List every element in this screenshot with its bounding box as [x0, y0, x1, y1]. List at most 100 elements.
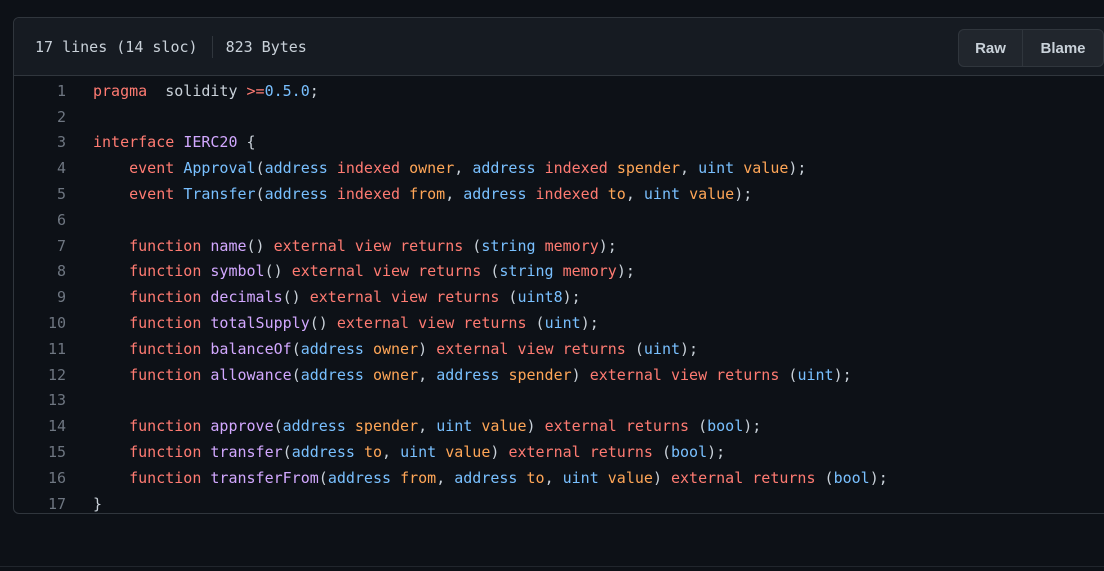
- code-token: );: [680, 339, 699, 358]
- code-token: to: [363, 443, 382, 462]
- code-token: returns: [716, 365, 780, 384]
- code-token: );: [707, 443, 726, 462]
- file-actions-button-group: Raw Blame: [958, 29, 1104, 67]
- line-number[interactable]: 3: [14, 133, 93, 151]
- line-number[interactable]: 1: [14, 82, 93, 100]
- line-number[interactable]: 12: [14, 366, 93, 384]
- code-token: spender: [508, 365, 572, 384]
- code-token: from: [409, 185, 446, 204]
- code-token: Approval: [183, 159, 256, 178]
- line-number[interactable]: 5: [14, 185, 93, 203]
- code-token: from: [400, 468, 437, 487]
- code-token: address: [463, 185, 527, 204]
- code-token: returns: [463, 314, 527, 333]
- code-line: 1 pragma solidity >=0.5.0;: [14, 78, 1104, 104]
- code-token: indexed: [535, 185, 599, 204]
- code-token: (: [815, 468, 834, 487]
- code-line-content: function balanceOf(address owner) extern…: [93, 340, 698, 358]
- code-line: 15 function transfer(address to, uint va…: [14, 439, 1104, 465]
- code-token: (: [526, 314, 545, 333]
- code-token: returns: [562, 339, 626, 358]
- line-number[interactable]: 16: [14, 469, 93, 487]
- line-number[interactable]: 13: [14, 391, 93, 409]
- raw-button[interactable]: Raw: [959, 30, 1023, 66]
- code-token: view: [418, 314, 455, 333]
- line-number[interactable]: 9: [14, 288, 93, 306]
- line-number[interactable]: 2: [14, 108, 93, 126]
- code-token: function: [93, 339, 202, 358]
- page-divider: [0, 566, 1104, 567]
- code-token: ): [490, 443, 509, 462]
- line-number[interactable]: 8: [14, 262, 93, 280]
- code-token: ,: [680, 159, 699, 178]
- code-line-content: function decimals() external view return…: [93, 288, 581, 306]
- code-token: ,: [454, 159, 473, 178]
- code-token: pragma: [93, 81, 148, 100]
- code-token: string: [499, 262, 554, 281]
- code-token: address: [472, 159, 536, 178]
- code-token: view: [391, 288, 428, 307]
- code-token: value: [445, 443, 491, 462]
- code-line-content: }: [93, 495, 102, 513]
- code-token: (): [264, 262, 292, 281]
- line-number[interactable]: 14: [14, 417, 93, 435]
- line-number[interactable]: 15: [14, 443, 93, 461]
- code-line: 11 function balanceOf(address owner) ext…: [14, 336, 1104, 362]
- file-meta: 17 lines (14 sloc) 823 Bytes: [14, 35, 307, 58]
- line-number[interactable]: 17: [14, 495, 93, 513]
- code-token: interface: [93, 133, 175, 152]
- line-number[interactable]: 10: [14, 314, 93, 332]
- blame-button[interactable]: Blame: [1023, 30, 1103, 66]
- code-line: 2: [14, 104, 1104, 130]
- code-token: ,: [544, 468, 563, 487]
- code-token: uint: [400, 443, 437, 462]
- code-token: uint: [562, 468, 599, 487]
- code-token: view: [354, 236, 392, 255]
- line-number[interactable]: 6: [14, 211, 93, 229]
- code-token: totalSupply: [210, 314, 310, 333]
- code-token: approve: [210, 417, 274, 436]
- file-viewer-panel: 17 lines (14 sloc) 823 Bytes Raw Blame 1…: [13, 17, 1104, 514]
- code-token: ;: [309, 81, 319, 100]
- code-token: uint: [698, 159, 735, 178]
- code-token: ,: [382, 443, 401, 462]
- code-token: {: [237, 133, 256, 152]
- code-token: spender: [616, 159, 681, 178]
- code-token: );: [598, 236, 617, 255]
- code-token: );: [580, 314, 599, 333]
- line-number[interactable]: 11: [14, 340, 93, 358]
- code-token: bool: [671, 443, 708, 462]
- code-token: function: [93, 468, 202, 487]
- code-token: returns: [436, 288, 500, 307]
- code-token: allowance: [210, 365, 292, 384]
- code-token: address: [291, 443, 355, 462]
- code-token: (: [625, 339, 644, 358]
- code-token: (: [499, 288, 518, 307]
- code-token: view: [671, 365, 708, 384]
- line-number[interactable]: 7: [14, 237, 93, 255]
- code-token: indexed: [336, 185, 401, 204]
- code-line: 14 function approve(address spender, uin…: [14, 413, 1104, 439]
- code-token: address: [327, 468, 392, 487]
- code-token: address: [264, 159, 328, 178]
- line-number[interactable]: 4: [14, 159, 93, 177]
- code-token: to: [607, 185, 626, 204]
